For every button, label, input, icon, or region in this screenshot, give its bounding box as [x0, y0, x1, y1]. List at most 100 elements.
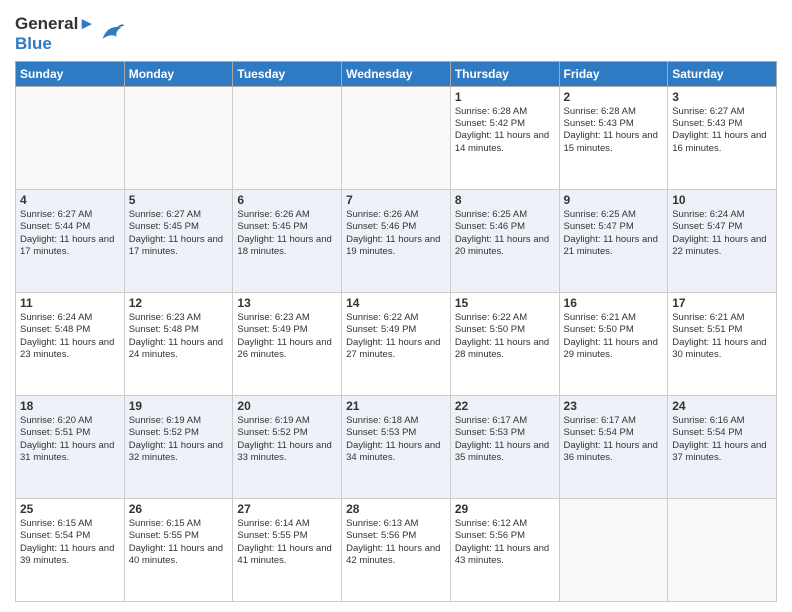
calendar-cell: 12 Sunrise: 6:23 AM Sunset: 5:48 PM Dayli…	[124, 292, 233, 395]
calendar-cell: 23 Sunrise: 6:17 AM Sunset: 5:54 PM Dayli…	[559, 395, 668, 498]
day-number: 5	[129, 193, 229, 207]
day-info: Sunrise: 6:21 AM Sunset: 5:50 PM Dayligh…	[564, 312, 664, 361]
day-number: 9	[564, 193, 664, 207]
calendar-cell: 25 Sunrise: 6:15 AM Sunset: 5:54 PM Dayli…	[16, 498, 125, 601]
calendar: SundayMondayTuesdayWednesdayThursdayFrid…	[15, 61, 777, 602]
day-number: 16	[564, 296, 664, 310]
day-number: 2	[564, 90, 664, 104]
day-info: Sunrise: 6:19 AM Sunset: 5:52 PM Dayligh…	[129, 415, 229, 464]
logo-text: General► Blue	[15, 14, 95, 55]
calendar-cell: 15 Sunrise: 6:22 AM Sunset: 5:50 PM Dayli…	[450, 292, 559, 395]
day-info: Sunrise: 6:22 AM Sunset: 5:49 PM Dayligh…	[346, 312, 446, 361]
day-number: 3	[672, 90, 772, 104]
calendar-cell: 11 Sunrise: 6:24 AM Sunset: 5:48 PM Dayli…	[16, 292, 125, 395]
day-header-saturday: Saturday	[668, 61, 777, 86]
day-number: 13	[237, 296, 337, 310]
calendar-cell	[16, 86, 125, 189]
day-info: Sunrise: 6:12 AM Sunset: 5:56 PM Dayligh…	[455, 518, 555, 567]
day-info: Sunrise: 6:19 AM Sunset: 5:52 PM Dayligh…	[237, 415, 337, 464]
day-number: 18	[20, 399, 120, 413]
calendar-cell	[233, 86, 342, 189]
day-header-tuesday: Tuesday	[233, 61, 342, 86]
day-number: 28	[346, 502, 446, 516]
day-number: 24	[672, 399, 772, 413]
calendar-cell: 3Sunrise: 6:27 AM Sunset: 5:43 PM Daylig…	[668, 86, 777, 189]
day-header-sunday: Sunday	[16, 61, 125, 86]
week-row-1: 4Sunrise: 6:27 AM Sunset: 5:44 PM Daylig…	[16, 189, 777, 292]
day-info: Sunrise: 6:25 AM Sunset: 5:46 PM Dayligh…	[455, 209, 555, 258]
week-row-4: 25 Sunrise: 6:15 AM Sunset: 5:54 PM Dayli…	[16, 498, 777, 601]
day-number: 7	[346, 193, 446, 207]
day-number: 19	[129, 399, 229, 413]
day-info: Sunrise: 6:27 AM Sunset: 5:44 PM Dayligh…	[20, 209, 120, 258]
day-info: Sunrise: 6:13 AM Sunset: 5:56 PM Dayligh…	[346, 518, 446, 567]
week-row-2: 11 Sunrise: 6:24 AM Sunset: 5:48 PM Dayli…	[16, 292, 777, 395]
calendar-cell	[124, 86, 233, 189]
day-info: Sunrise: 6:21 AM Sunset: 5:51 PM Dayligh…	[672, 312, 772, 361]
day-info: Sunrise: 6:16 AM Sunset: 5:54 PM Dayligh…	[672, 415, 772, 464]
calendar-cell: 7 Sunrise: 6:26 AM Sunset: 5:46 PM Daylig…	[342, 189, 451, 292]
calendar-header-row: SundayMondayTuesdayWednesdayThursdayFrid…	[16, 61, 777, 86]
calendar-cell: 19 Sunrise: 6:19 AM Sunset: 5:52 PM Dayli…	[124, 395, 233, 498]
day-info: Sunrise: 6:24 AM Sunset: 5:48 PM Dayligh…	[20, 312, 120, 361]
day-number: 22	[455, 399, 555, 413]
calendar-cell: 21 Sunrise: 6:18 AM Sunset: 5:53 PM Dayli…	[342, 395, 451, 498]
day-number: 15	[455, 296, 555, 310]
day-info: Sunrise: 6:27 AM Sunset: 5:45 PM Dayligh…	[129, 209, 229, 258]
calendar-cell: 18Sunrise: 6:20 AM Sunset: 5:51 PM Dayli…	[16, 395, 125, 498]
day-info: Sunrise: 6:26 AM Sunset: 5:45 PM Dayligh…	[237, 209, 337, 258]
day-number: 14	[346, 296, 446, 310]
day-info: Sunrise: 6:14 AM Sunset: 5:55 PM Dayligh…	[237, 518, 337, 567]
calendar-cell: 27 Sunrise: 6:14 AM Sunset: 5:55 PM Dayli…	[233, 498, 342, 601]
day-number: 25	[20, 502, 120, 516]
calendar-cell: 26 Sunrise: 6:15 AM Sunset: 5:55 PM Dayli…	[124, 498, 233, 601]
header: General► Blue	[15, 10, 777, 55]
day-info: Sunrise: 6:15 AM Sunset: 5:55 PM Dayligh…	[129, 518, 229, 567]
logo: General► Blue	[15, 14, 126, 55]
calendar-cell: 2Sunrise: 6:28 AM Sunset: 5:43 PM Daylig…	[559, 86, 668, 189]
day-number: 20	[237, 399, 337, 413]
page: General► Blue SundayMondayTuesdayWednesd…	[0, 0, 792, 612]
calendar-cell	[342, 86, 451, 189]
calendar-cell: 24 Sunrise: 6:16 AM Sunset: 5:54 PM Dayli…	[668, 395, 777, 498]
day-header-wednesday: Wednesday	[342, 61, 451, 86]
day-info: Sunrise: 6:18 AM Sunset: 5:53 PM Dayligh…	[346, 415, 446, 464]
day-info: Sunrise: 6:23 AM Sunset: 5:49 PM Dayligh…	[237, 312, 337, 361]
day-info: Sunrise: 6:23 AM Sunset: 5:48 PM Dayligh…	[129, 312, 229, 361]
calendar-cell	[559, 498, 668, 601]
day-number: 12	[129, 296, 229, 310]
calendar-cell: 29 Sunrise: 6:12 AM Sunset: 5:56 PM Dayli…	[450, 498, 559, 601]
day-header-thursday: Thursday	[450, 61, 559, 86]
calendar-cell: 28 Sunrise: 6:13 AM Sunset: 5:56 PM Dayli…	[342, 498, 451, 601]
calendar-cell: 9Sunrise: 6:25 AM Sunset: 5:47 PM Daylig…	[559, 189, 668, 292]
calendar-cell: 5 Sunrise: 6:27 AM Sunset: 5:45 PM Daylig…	[124, 189, 233, 292]
calendar-cell: 10Sunrise: 6:24 AM Sunset: 5:47 PM Dayli…	[668, 189, 777, 292]
day-number: 6	[237, 193, 337, 207]
day-info: Sunrise: 6:26 AM Sunset: 5:46 PM Dayligh…	[346, 209, 446, 258]
calendar-cell: 8 Sunrise: 6:25 AM Sunset: 5:46 PM Daylig…	[450, 189, 559, 292]
day-number: 8	[455, 193, 555, 207]
calendar-cell: 6 Sunrise: 6:26 AM Sunset: 5:45 PM Daylig…	[233, 189, 342, 292]
day-number: 29	[455, 502, 555, 516]
day-number: 26	[129, 502, 229, 516]
day-header-monday: Monday	[124, 61, 233, 86]
day-number: 27	[237, 502, 337, 516]
logo-bird-icon	[98, 20, 126, 48]
week-row-0: 1Sunrise: 6:28 AM Sunset: 5:42 PM Daylig…	[16, 86, 777, 189]
day-number: 23	[564, 399, 664, 413]
day-info: Sunrise: 6:17 AM Sunset: 5:53 PM Dayligh…	[455, 415, 555, 464]
day-info: Sunrise: 6:15 AM Sunset: 5:54 PM Dayligh…	[20, 518, 120, 567]
week-row-3: 18Sunrise: 6:20 AM Sunset: 5:51 PM Dayli…	[16, 395, 777, 498]
day-number: 11	[20, 296, 120, 310]
calendar-cell	[668, 498, 777, 601]
day-number: 17	[672, 296, 772, 310]
day-info: Sunrise: 6:22 AM Sunset: 5:50 PM Dayligh…	[455, 312, 555, 361]
day-number: 1	[455, 90, 555, 104]
calendar-cell: 14 Sunrise: 6:22 AM Sunset: 5:49 PM Dayli…	[342, 292, 451, 395]
day-info: Sunrise: 6:17 AM Sunset: 5:54 PM Dayligh…	[564, 415, 664, 464]
day-number: 21	[346, 399, 446, 413]
calendar-cell: 22 Sunrise: 6:17 AM Sunset: 5:53 PM Dayli…	[450, 395, 559, 498]
calendar-cell: 20 Sunrise: 6:19 AM Sunset: 5:52 PM Dayli…	[233, 395, 342, 498]
calendar-cell: 13 Sunrise: 6:23 AM Sunset: 5:49 PM Dayli…	[233, 292, 342, 395]
day-header-friday: Friday	[559, 61, 668, 86]
